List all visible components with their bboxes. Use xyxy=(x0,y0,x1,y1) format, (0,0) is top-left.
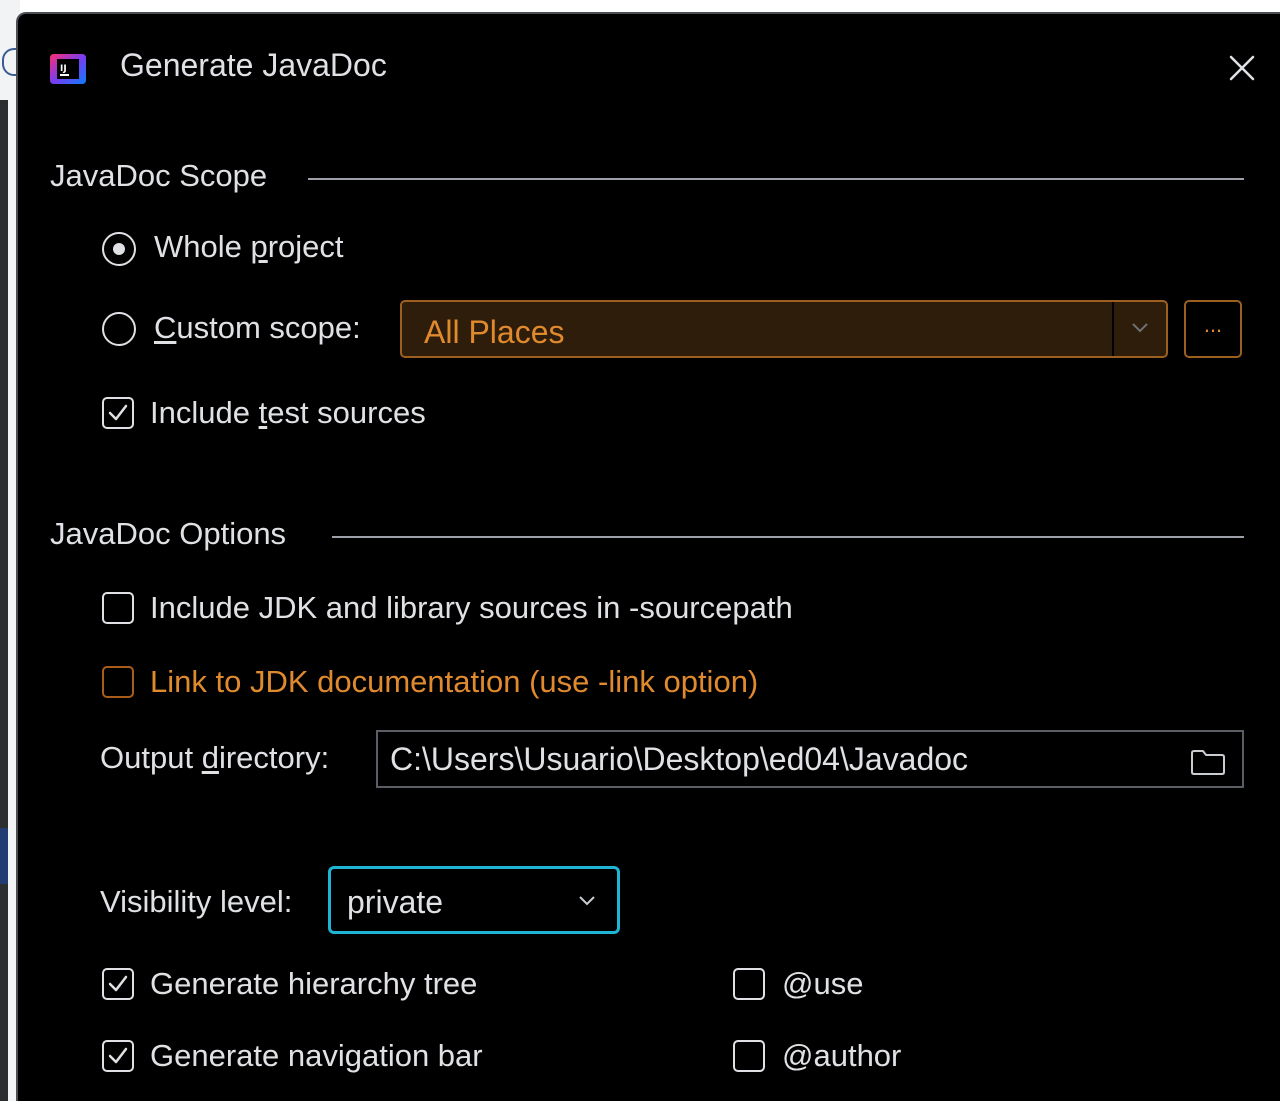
background-tab-fragment xyxy=(2,48,16,76)
dialog-title: Generate JavaDoc xyxy=(120,47,387,83)
visibility-level-label: Visibility level: xyxy=(100,884,293,919)
link-jdk-docs-checkbox[interactable] xyxy=(102,666,134,698)
checkmark-icon xyxy=(108,975,128,992)
tag-author-checkbox[interactable] xyxy=(733,1040,765,1072)
dialog-title-bar: IJ Generate JavaDoc xyxy=(18,14,1280,124)
visibility-level-combo[interactable]: private xyxy=(328,866,620,934)
visibility-level-value: private xyxy=(347,884,444,920)
options-section-title: JavaDoc Options xyxy=(50,516,287,551)
output-directory-label: Output directory: xyxy=(100,740,329,776)
tag-use-checkbox[interactable] xyxy=(733,968,765,1000)
scope-combo-separator xyxy=(1112,302,1114,356)
tag-use-label[interactable]: @use xyxy=(782,966,863,1002)
generate-navigation-bar-checkbox[interactable] xyxy=(102,1040,134,1072)
chevron-down-icon xyxy=(1132,323,1148,333)
whole-project-label[interactable]: Whole project xyxy=(154,229,344,265)
include-test-sources-checkbox[interactable] xyxy=(102,397,134,429)
custom-scope-label[interactable]: Custom scope: xyxy=(154,310,361,346)
options-section-divider xyxy=(332,536,1244,538)
scope-section-divider xyxy=(308,178,1244,180)
whole-project-radio[interactable] xyxy=(102,232,136,266)
svg-text:IJ: IJ xyxy=(60,64,67,74)
background-selection-accent xyxy=(0,828,8,884)
whole-project-mnemonic: p xyxy=(250,229,268,264)
checkmark-icon xyxy=(108,1047,128,1064)
scope-combo[interactable]: All Places xyxy=(400,300,1168,358)
custom-scope-label-post: ustom scope: xyxy=(176,310,361,345)
custom-scope-mnemonic: C xyxy=(154,310,177,345)
scope-combo-value: All Places xyxy=(424,314,565,350)
link-jdk-docs-label[interactable]: Link to JDK documentation (use -link opt… xyxy=(150,664,758,700)
output-directory-field[interactable]: C:\Users\Usuario\Desktop\ed04\Javadoc xyxy=(376,730,1244,788)
output-directory-label-pre: Output xyxy=(100,740,202,775)
include-jdk-sources-label[interactable]: Include JDK and library sources in -sour… xyxy=(150,590,793,626)
custom-scope-radio[interactable] xyxy=(102,312,136,346)
generate-hierarchy-tree-label[interactable]: Generate hierarchy tree xyxy=(150,966,477,1002)
chevron-down-icon xyxy=(579,896,595,906)
include-test-sources-label-pre: Include xyxy=(150,395,259,430)
output-directory-label-post: irectory: xyxy=(218,740,330,775)
intellij-idea-icon: IJ xyxy=(48,52,90,86)
include-jdk-sources-checkbox[interactable] xyxy=(102,592,134,624)
generate-hierarchy-tree-checkbox[interactable] xyxy=(102,968,134,1000)
include-test-sources-label[interactable]: Include test sources xyxy=(150,395,426,431)
close-button[interactable] xyxy=(1224,50,1260,86)
tag-author-label[interactable]: @author xyxy=(782,1038,901,1074)
close-icon xyxy=(1229,55,1255,81)
scope-section-title: JavaDoc Scope xyxy=(50,158,268,193)
whole-project-label-pre: Whole xyxy=(154,229,251,264)
output-directory-mnemonic: d xyxy=(201,740,219,775)
checkmark-icon xyxy=(108,404,128,421)
whole-project-label-post: roject xyxy=(267,229,344,264)
browse-scopes-button[interactable]: ... xyxy=(1184,300,1242,358)
folder-icon[interactable] xyxy=(1190,748,1226,776)
generate-navigation-bar-label[interactable]: Generate navigation bar xyxy=(150,1038,483,1074)
generate-javadoc-dialog: IJ Generate JavaDoc JavaDoc Scope Whole … xyxy=(16,12,1280,1101)
include-test-sources-label-post: est sources xyxy=(267,395,426,430)
background-panel xyxy=(0,100,8,1101)
output-directory-value: C:\Users\Usuario\Desktop\ed04\Javadoc xyxy=(390,741,969,777)
include-test-sources-mnemonic: t xyxy=(258,395,268,430)
